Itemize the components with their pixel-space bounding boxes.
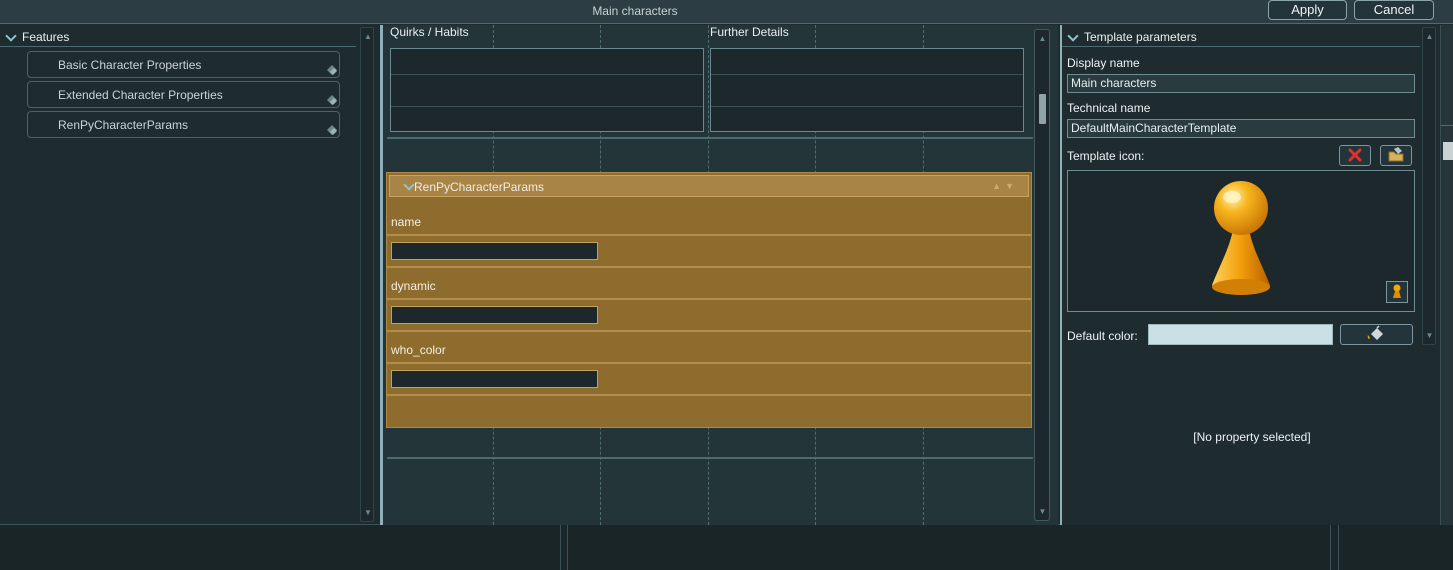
feature-item-label: RenPyCharacterParams (58, 118, 189, 132)
row-divider (387, 266, 1031, 268)
row-divider (387, 330, 1031, 332)
scroll-up-icon[interactable]: ▲ (1425, 32, 1434, 41)
feature-item-label: Basic Character Properties (58, 58, 202, 72)
template-header-label: Template parameters (1084, 29, 1197, 44)
template-scrollbar[interactable]: ▲ ▼ (1422, 27, 1436, 345)
scroll-down-icon[interactable]: ▼ (1425, 331, 1434, 340)
row-divider (387, 394, 1031, 396)
further-details-field[interactable] (710, 48, 1024, 132)
scroll-down-icon[interactable]: ▼ (1038, 507, 1047, 516)
quirks-label: Quirks / Habits (390, 25, 469, 39)
template-icon-preview[interactable] (1067, 170, 1415, 312)
chevron-down-icon[interactable] (404, 181, 414, 191)
reorder-arrows-icon[interactable]: ▲▼ (992, 181, 1018, 191)
default-color-swatch[interactable] (1148, 324, 1333, 345)
cancel-button[interactable]: Cancel (1354, 0, 1434, 20)
delete-icon-button[interactable] (1339, 145, 1371, 166)
folder-open-icon (1388, 147, 1404, 162)
title-bar: Main characters Apply Cancel (0, 0, 1453, 24)
pawn-icon (1393, 284, 1401, 298)
display-name-field[interactable]: Main characters (1067, 74, 1415, 93)
display-name-label: Display name (1067, 56, 1140, 70)
background-area (0, 525, 1453, 570)
row-divider (387, 137, 1033, 139)
pawn-icon (1212, 181, 1270, 295)
renpy-params-group: RenPyCharacterParams ▲▼ name dynamic who… (386, 172, 1032, 428)
background-window-edge (1440, 25, 1453, 525)
icon-picker-button[interactable] (1386, 281, 1408, 303)
param-input-dynamic[interactable] (391, 306, 598, 324)
technical-name-field[interactable]: DefaultMainCharacterTemplate (1067, 119, 1415, 138)
features-header[interactable]: Features (0, 27, 356, 47)
row-divider (387, 234, 1031, 236)
param-label-who-color: who_color (391, 343, 446, 357)
quirks-field[interactable] (390, 48, 704, 132)
scroll-down-icon[interactable]: ▼ (364, 508, 372, 517)
scroll-thumb[interactable] (1039, 94, 1046, 124)
further-details-label: Further Details (710, 25, 789, 39)
features-panel: Features Basic Character Properties Exte… (0, 25, 374, 525)
grip-icon[interactable] (324, 94, 338, 106)
window-title: Main characters (592, 4, 678, 18)
grip-icon[interactable] (324, 64, 338, 76)
feature-item-basic[interactable]: Basic Character Properties (27, 51, 340, 78)
default-color-label: Default color: (1067, 329, 1138, 343)
row-divider (387, 298, 1031, 300)
template-panel: Template parameters Display name Main ch… (1060, 25, 1440, 525)
pick-color-button[interactable] (1340, 324, 1413, 345)
scroll-up-icon[interactable]: ▲ (1038, 34, 1047, 43)
renpy-params-header[interactable]: RenPyCharacterParams ▲▼ (389, 175, 1029, 197)
row-divider (387, 362, 1031, 364)
delete-icon (1348, 148, 1362, 162)
chevron-down-icon (1068, 32, 1078, 42)
renpy-params-title: RenPyCharacterParams (414, 180, 545, 194)
param-input-name[interactable] (391, 242, 598, 260)
param-label-name: name (391, 215, 422, 229)
template-header[interactable]: Template parameters (1062, 27, 1420, 47)
scroll-up-icon[interactable]: ▲ (364, 32, 372, 41)
template-icon-label: Template icon: (1067, 149, 1145, 163)
no-property-message: [No property selected] (1193, 430, 1311, 444)
row-divider (387, 457, 1033, 459)
chevron-down-icon (6, 32, 16, 42)
canvas-scrollbar[interactable]: ▲ ▼ (1034, 29, 1050, 521)
grip-icon[interactable] (324, 124, 338, 136)
feature-item-label: Extended Character Properties (58, 88, 223, 102)
features-scrollbar[interactable]: ▲ ▼ (360, 27, 374, 522)
feature-item-extended[interactable]: Extended Character Properties (27, 81, 340, 108)
main-window: Features Basic Character Properties Exte… (0, 25, 1440, 525)
browse-icon-button[interactable] (1380, 145, 1412, 166)
apply-button[interactable]: Apply (1268, 0, 1347, 20)
technical-name-label: Technical name (1067, 101, 1151, 115)
features-header-label: Features (22, 29, 70, 44)
feature-item-renpy[interactable]: RenPyCharacterParams (27, 111, 340, 138)
paint-bucket-icon (1367, 325, 1383, 340)
param-label-dynamic: dynamic (391, 279, 436, 293)
param-input-who-color[interactable] (391, 370, 598, 388)
